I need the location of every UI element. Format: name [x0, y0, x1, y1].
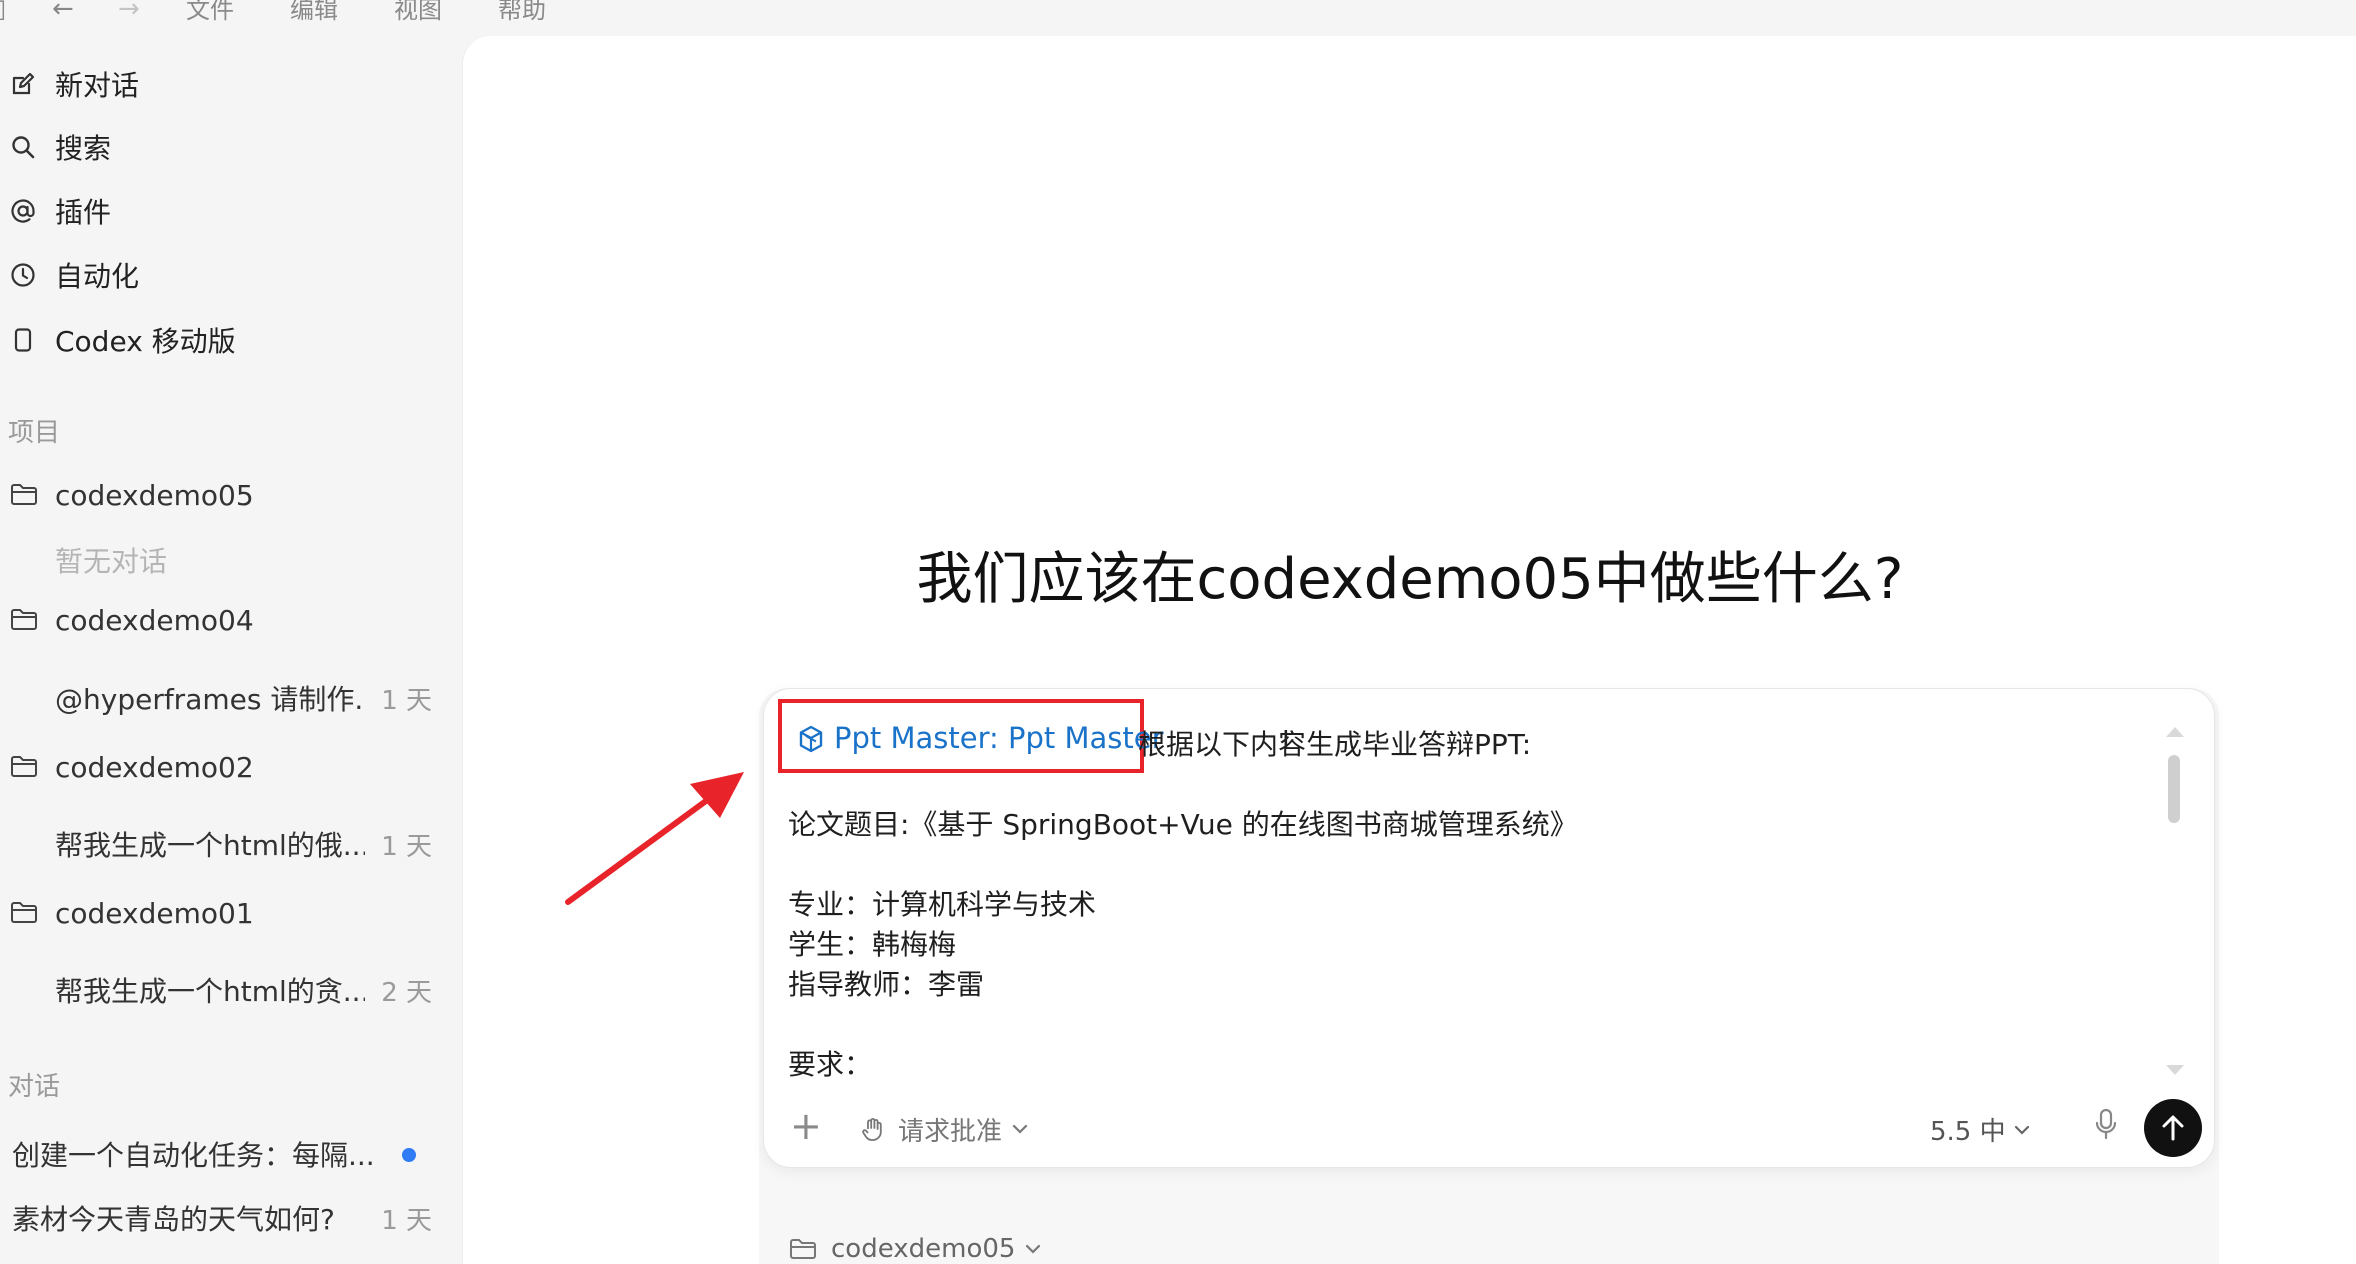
hand-icon	[862, 1118, 882, 1141]
sidebar-item-plugins[interactable]: 插件	[0, 186, 440, 236]
sidebar-item-label: 插件	[55, 196, 112, 229]
menu-bar: ▯ ← → 文件 编辑 视图 帮助	[0, 0, 2356, 30]
project-name: codexdemo05	[55, 478, 254, 512]
list-item[interactable]: @hyperframes 请制作... 1 天	[0, 670, 440, 720]
list-item[interactable]: 帮我生成一个html的俄... 1 天	[0, 816, 440, 866]
prompt-input[interactable]: Ppt Master: Ppt Master 根据以下内容生成毕业答辩PPT: …	[763, 688, 2215, 1168]
sidebar-item-label: 搜索	[55, 132, 112, 165]
sidebar-item-label: Codex 移动版	[55, 325, 236, 358]
text-cursor-icon: I	[1282, 726, 1290, 756]
microphone-icon[interactable]	[2094, 1107, 2118, 1143]
approval-mode-dropdown[interactable]: 请求批准	[860, 1109, 1028, 1149]
prompt-line: 指导教师：李雷	[788, 968, 985, 1001]
conversation-age: 1 天	[381, 1206, 432, 1236]
project-codexdemo02[interactable]: codexdemo02	[0, 742, 440, 792]
list-item[interactable]: 帮我生成一个html的贪... 2 天	[0, 962, 440, 1012]
sidebar-toggle-icon[interactable]: ▯	[0, 0, 6, 24]
prompt-line: 根据以下内容生成毕业答辩PPT:	[1138, 728, 1532, 761]
model-selector[interactable]: 5.5 中	[1930, 1111, 2030, 1148]
add-attachment-button[interactable]: +	[790, 1107, 822, 1145]
prompt-line: 要求：	[788, 1048, 873, 1081]
main-panel: 我们应该在codexdemo05中做些什么? Ppt Master: Ppt M…	[462, 36, 2356, 1264]
menu-file[interactable]: 文件	[186, 0, 234, 25]
projects-section-label: 项目	[8, 418, 61, 448]
list-item[interactable]: 素材今天青岛的天气如何? 1 天	[0, 1190, 440, 1240]
folder-icon	[11, 902, 37, 923]
list-item[interactable]: 创建一个自动化任务：每隔...	[0, 1126, 440, 1176]
prompt-line: 专业：计算机科学与技术	[788, 888, 1097, 921]
prompt-line: 学生：韩梅梅	[788, 928, 957, 961]
cube-icon	[799, 725, 823, 753]
sidebar-item-search[interactable]: 搜索	[0, 122, 440, 172]
edit-icon	[12, 72, 35, 95]
page-title: 我们应该在codexdemo05中做些什么?	[916, 547, 1904, 612]
prompt-line: 论文题目:《基于 SpringBoot+Vue 的在线图书商城管理系统》	[788, 808, 1578, 841]
phone-icon	[14, 328, 32, 352]
sidebar-item-automation[interactable]: 自动化	[0, 250, 440, 300]
model-label: 5.5 中	[1930, 1117, 2006, 1147]
folder-icon	[790, 1239, 816, 1259]
folder-icon	[11, 609, 37, 630]
folder-icon	[11, 756, 37, 777]
workspace-selector[interactable]: codexdemo05	[789, 1234, 1041, 1264]
sidebar-item-new-chat[interactable]: 新对话	[0, 59, 440, 109]
project-codexdemo05[interactable]: codexdemo05	[0, 470, 440, 520]
thread-title: @hyperframes 请制作...	[55, 683, 365, 716]
chevron-down-icon	[2014, 1125, 2029, 1135]
forward-arrow-icon[interactable]: →	[118, 0, 140, 24]
folder-icon	[11, 484, 37, 505]
scrollbar-thumb[interactable]	[2168, 755, 2180, 823]
thread-title: 帮我生成一个html的俄...	[55, 829, 365, 862]
search-icon	[12, 136, 35, 159]
chevron-down-icon	[1026, 1244, 1041, 1254]
send-button[interactable]	[2144, 1099, 2202, 1157]
menu-view[interactable]: 视图	[394, 0, 442, 25]
project-name: codexdemo01	[55, 896, 254, 930]
conversation-title: 素材今天青岛的天气如何?	[12, 1203, 335, 1236]
skill-chip-ppt-master[interactable]: Ppt Master: Ppt Master	[778, 699, 1164, 773]
skill-chip-label: Ppt Master: Ppt Master	[834, 721, 1164, 755]
sidebar: 新对话 搜索 插件 自动化 Codex 移动版 项目 codexdemo05 暂…	[0, 30, 462, 1264]
chevron-down-icon	[1012, 1124, 1028, 1134]
project-name: codexdemo02	[55, 750, 254, 784]
sidebar-item-codex-mobile[interactable]: Codex 移动版	[0, 315, 440, 365]
thread-age: 2 天	[381, 978, 432, 1008]
at-icon	[11, 199, 35, 223]
thread-age: 1 天	[381, 832, 432, 862]
conversation-title: 创建一个自动化任务：每隔...	[12, 1139, 372, 1172]
conversations-section-label: 对话	[8, 1072, 61, 1102]
project-name: codexdemo04	[55, 603, 254, 637]
scroll-up-arrow-icon[interactable]	[2166, 727, 2184, 737]
back-arrow-icon[interactable]: ←	[52, 0, 74, 24]
composer-container: Ppt Master: Ppt Master 根据以下内容生成毕业答辩PPT: …	[759, 688, 2219, 1264]
empty-thread-text: 暂无对话	[55, 545, 168, 578]
approval-mode-label: 请求批准	[898, 1116, 1003, 1147]
thread-title: 帮我生成一个html的贪...	[55, 975, 365, 1008]
arrow-up-icon	[2162, 1115, 2184, 1141]
sidebar-item-label: 自动化	[55, 260, 140, 293]
thread-age: 1 天	[381, 686, 432, 716]
menu-help[interactable]: 帮助	[498, 0, 546, 25]
project-codexdemo01[interactable]: codexdemo01	[0, 888, 440, 938]
project-codexdemo04[interactable]: codexdemo04	[0, 595, 440, 645]
scroll-down-arrow-icon[interactable]	[2166, 1065, 2184, 1075]
menu-edit[interactable]: 编辑	[290, 0, 338, 25]
unread-dot	[402, 1148, 416, 1162]
annotation-arrow-icon	[565, 772, 744, 905]
sidebar-item-label: 新对话	[55, 69, 140, 102]
workspace-label: codexdemo05	[831, 1234, 1016, 1264]
clock-icon	[11, 263, 35, 287]
